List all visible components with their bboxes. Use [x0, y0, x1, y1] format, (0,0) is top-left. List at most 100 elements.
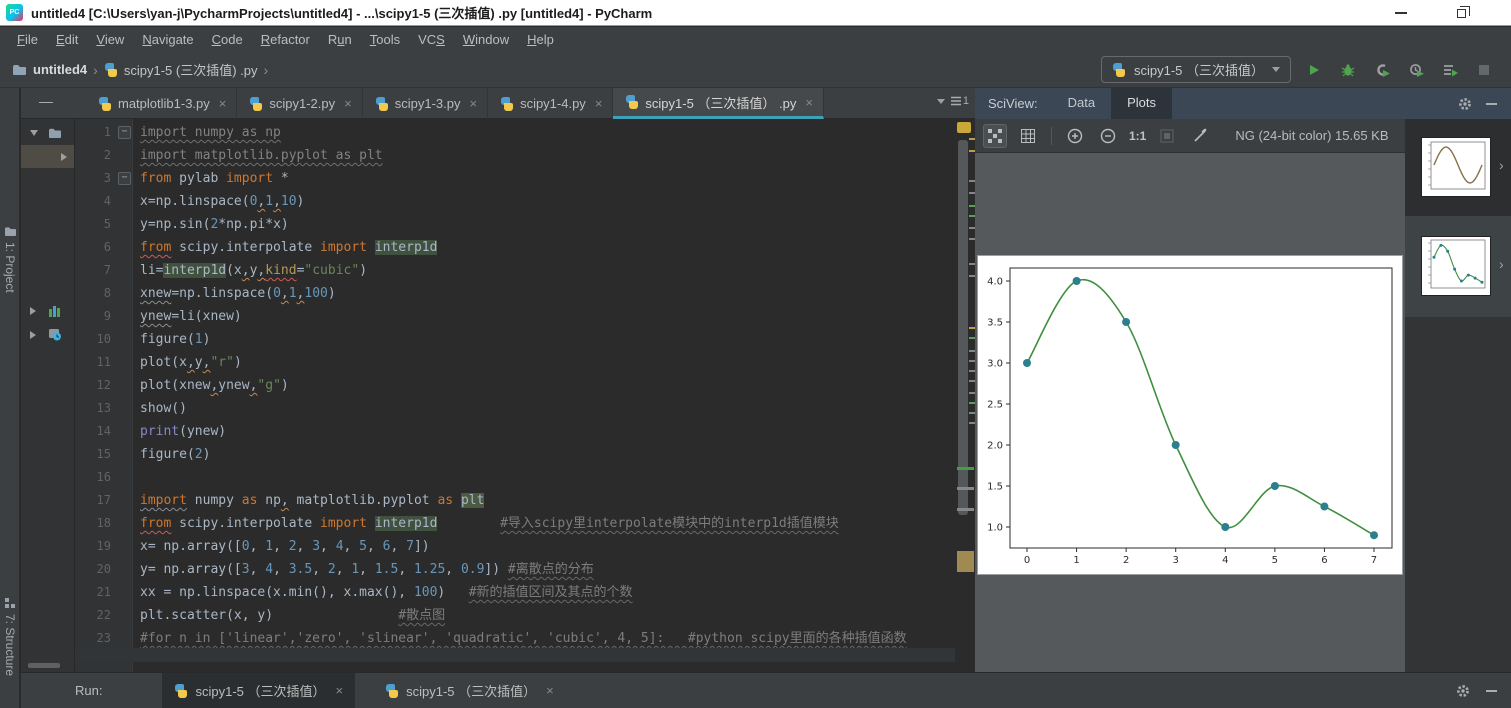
code-line-21[interactable]: 21xx = np.linspace(x.min(), x.max(), 100…: [75, 581, 955, 604]
actual-size-button[interactable]: 1:1: [1129, 129, 1146, 143]
thumbnail-figure2-cubic[interactable]: [1421, 236, 1491, 296]
menu-vcs[interactable]: VCS: [409, 29, 454, 50]
code-lines[interactable]: 1import numpy as np2import matplotlib.py…: [75, 121, 955, 650]
editor-hscrollbar[interactable]: [75, 648, 955, 662]
menu-refactor[interactable]: Refactor: [252, 29, 319, 50]
plot-image[interactable]: 012345671.01.52.02.53.03.54.0: [977, 255, 1403, 575]
breadcrumb-project[interactable]: untitled4: [33, 62, 87, 77]
collapsed-arrow-icon[interactable]: [30, 307, 36, 315]
code-line-11[interactable]: 11plot(x,y,"r"): [75, 351, 955, 374]
run-with-coverage-button[interactable]: [1371, 59, 1393, 81]
close-tab-icon[interactable]: ×: [805, 95, 813, 110]
code-line-8[interactable]: 8xnew=np.linspace(0,1,100): [75, 282, 955, 305]
breadcrumb-file[interactable]: scipy1-5 (三次插值) .py: [124, 60, 258, 79]
fold-marker-icon[interactable]: [115, 167, 133, 190]
sidebar-item-structure[interactable]: 7: Structure: [3, 598, 17, 676]
code-line-3[interactable]: 3from pylab import *: [75, 167, 955, 190]
code-line-1[interactable]: 1import numpy as np: [75, 121, 955, 144]
minimize-window-button[interactable]: [1386, 2, 1416, 24]
code-line-19[interactable]: 19x= np.array([0, 1, 2, 3, 4, 5, 6, 7]): [75, 535, 955, 558]
collapsed-arrow-icon[interactable]: [61, 153, 67, 161]
code-line-7[interactable]: 7li=interp1d(x,y,kind="cubic"): [75, 259, 955, 282]
code-line-9[interactable]: 9ynew=li(xnew): [75, 305, 955, 328]
sidebar-item-project[interactable]: 1: Project: [3, 226, 17, 293]
hide-run-panel-button[interactable]: [1486, 690, 1497, 692]
tab-plots[interactable]: Plots: [1111, 88, 1172, 119]
tree-row-item[interactable]: [21, 323, 75, 346]
thumbnail-row-figure2[interactable]: ›: [1405, 216, 1511, 317]
stop-button[interactable]: [1473, 59, 1495, 81]
code-line-12[interactable]: 12plot(xnew,ynew,"g"): [75, 374, 955, 397]
code-line-22[interactable]: 22plt.scatter(x, y) #散点图: [75, 604, 955, 627]
editor-scroll-strip[interactable]: [955, 119, 975, 672]
code-line-4[interactable]: 4x=np.linspace(0,1,10): [75, 190, 955, 213]
close-tab-icon[interactable]: ×: [595, 96, 603, 111]
collapsed-arrow-icon[interactable]: [30, 331, 36, 339]
gear-icon[interactable]: [1458, 97, 1472, 111]
inspection-status-indicator[interactable]: [957, 122, 971, 133]
code-line-10[interactable]: 10figure(1): [75, 328, 955, 351]
editor-tab-scipy1-4-py[interactable]: scipy1-4.py×: [488, 88, 613, 119]
close-tab-icon[interactable]: ×: [336, 683, 344, 698]
project-panel-hscrollbar[interactable]: [28, 663, 60, 668]
code-line-6[interactable]: 6from scipy.interpolate import interp1d: [75, 236, 955, 259]
menu-tools[interactable]: Tools: [361, 29, 409, 50]
zoom-in-button[interactable]: [1063, 124, 1087, 148]
menu-file[interactable]: File: [8, 29, 47, 50]
svg-text:2: 2: [1123, 555, 1129, 566]
editor-vscrollbar-thumb[interactable]: [958, 140, 968, 515]
run-configuration-select[interactable]: scipy1-5 （三次插值）: [1101, 56, 1291, 83]
code-line-13[interactable]: 13show(): [75, 397, 955, 420]
code-line-23[interactable]: 23#for n in ['linear','zero', 'slinear',…: [75, 627, 955, 650]
thumbnail-figure1-sine[interactable]: [1421, 137, 1491, 197]
menu-window[interactable]: Window: [454, 29, 518, 50]
tree-row-selected[interactable]: [21, 145, 75, 168]
color-picker-button[interactable]: [1188, 124, 1212, 148]
split-tabs-icon[interactable]: 1: [951, 95, 969, 107]
project-tree-panel[interactable]: [21, 119, 75, 672]
hide-panel-button[interactable]: —: [39, 96, 53, 108]
tree-row-item[interactable]: [21, 299, 75, 322]
menu-edit[interactable]: Edit: [47, 29, 87, 50]
tree-row-project-root[interactable]: [21, 121, 75, 144]
run-with-options-button[interactable]: [1439, 59, 1461, 81]
gear-icon[interactable]: [1456, 684, 1470, 698]
hide-sciview-button[interactable]: [1486, 103, 1497, 105]
code-editor[interactable]: 1import numpy as np2import matplotlib.py…: [75, 119, 955, 672]
code-line-5[interactable]: 5y=np.sin(2*np.pi*x): [75, 213, 955, 236]
menu-run[interactable]: Run: [319, 29, 361, 50]
editor-tab-scipy1-2-py[interactable]: scipy1-2.py×: [237, 88, 362, 119]
code-line-14[interactable]: 14print(ynew): [75, 420, 955, 443]
run-button[interactable]: [1303, 59, 1325, 81]
editor-tab-matplotlib1-3-py[interactable]: matplotlib1-3.py×: [86, 88, 237, 119]
close-tab-icon[interactable]: ×: [344, 96, 352, 111]
fit-to-window-button[interactable]: [983, 124, 1007, 148]
close-tab-icon[interactable]: ×: [546, 683, 554, 698]
code-line-20[interactable]: 20y= np.array([3, 4, 3.5, 2, 1, 1.5, 1.2…: [75, 558, 955, 581]
run-tab-2[interactable]: scipy1-5 （三次插值）×: [373, 673, 566, 708]
run-tab-1[interactable]: scipy1-5 （三次插值）×: [162, 673, 355, 708]
grid-view-button[interactable]: [1016, 124, 1040, 148]
debug-button[interactable]: [1337, 59, 1359, 81]
code-line-17[interactable]: 17import numpy as np, matplotlib.pyplot …: [75, 489, 955, 512]
editor-tab-scipy1-3-py[interactable]: scipy1-3.py×: [363, 88, 488, 119]
code-line-18[interactable]: 18from scipy.interpolate import interp1d…: [75, 512, 955, 535]
close-tab-icon[interactable]: ×: [469, 96, 477, 111]
editor-tab-scipy1-5-py[interactable]: scipy1-5 （三次插值） .py×: [613, 88, 824, 119]
menu-navigate[interactable]: Navigate: [133, 29, 202, 50]
code-line-15[interactable]: 15figure(2): [75, 443, 955, 466]
restore-window-button[interactable]: [1446, 2, 1476, 24]
close-tab-icon[interactable]: ×: [219, 96, 227, 111]
thumbnail-row-figure1[interactable]: ›: [1405, 119, 1511, 216]
code-line-16[interactable]: 16: [75, 466, 955, 489]
zoom-out-button[interactable]: [1096, 124, 1120, 148]
menu-help[interactable]: Help: [518, 29, 563, 50]
profile-button[interactable]: [1405, 59, 1427, 81]
menu-code[interactable]: Code: [203, 29, 252, 50]
tab-list-chevron-icon[interactable]: [937, 99, 945, 104]
code-line-2[interactable]: 2import matplotlib.pyplot as plt: [75, 144, 955, 167]
tab-data[interactable]: Data: [1052, 88, 1111, 119]
expanded-arrow-icon[interactable]: [30, 130, 38, 136]
menu-view[interactable]: View: [87, 29, 133, 50]
fold-marker-icon[interactable]: [115, 121, 133, 144]
